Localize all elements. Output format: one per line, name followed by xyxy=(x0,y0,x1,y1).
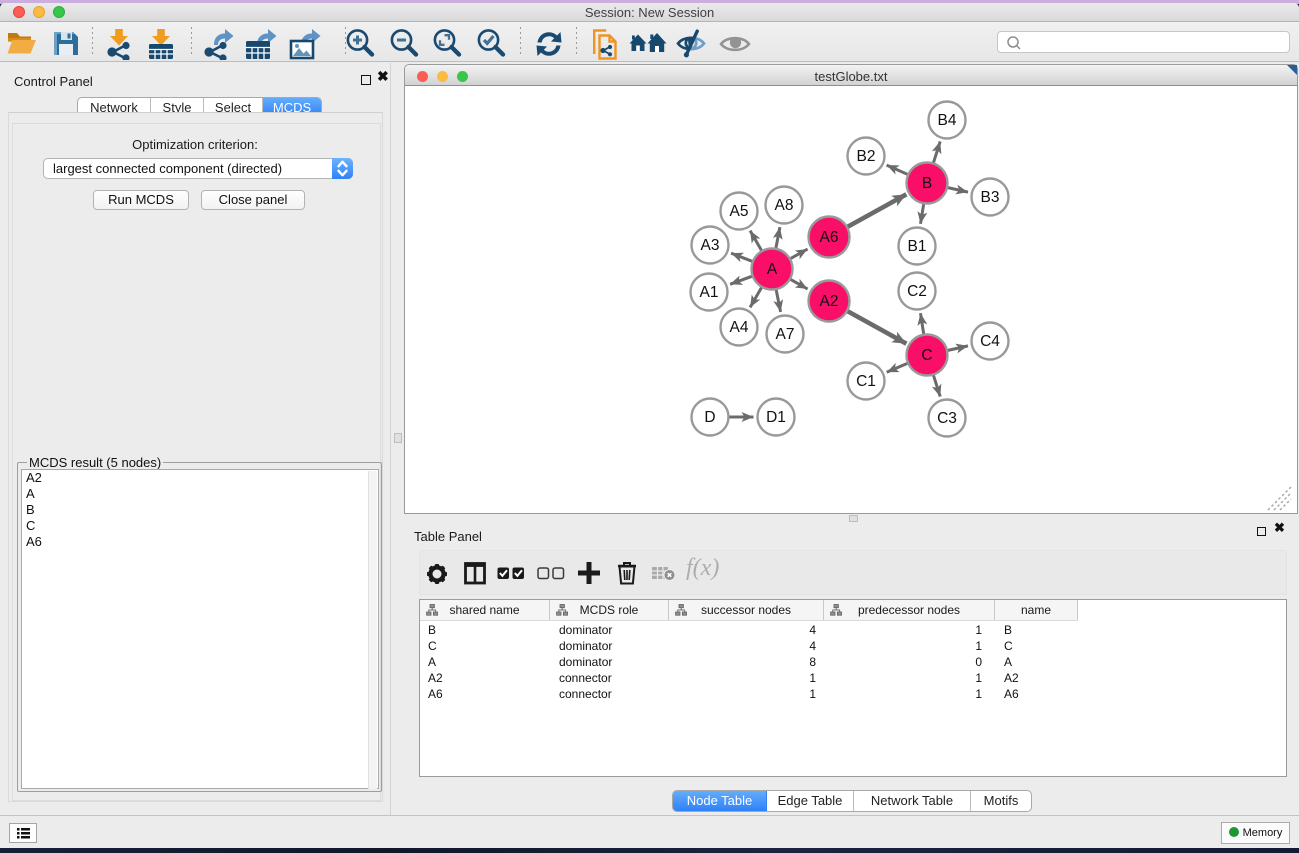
svg-text:D: D xyxy=(704,409,715,426)
svg-text:C2: C2 xyxy=(907,283,927,300)
svg-text:B1: B1 xyxy=(908,238,927,255)
svg-text:C4: C4 xyxy=(980,333,1000,350)
svg-text:B3: B3 xyxy=(981,189,1000,206)
svg-text:A1: A1 xyxy=(700,284,719,301)
svg-text:B2: B2 xyxy=(857,148,876,165)
svg-text:A5: A5 xyxy=(730,203,749,220)
svg-text:C3: C3 xyxy=(937,410,957,427)
svg-text:A: A xyxy=(767,261,778,278)
svg-text:C: C xyxy=(921,347,932,364)
svg-text:B4: B4 xyxy=(938,112,957,129)
svg-text:A3: A3 xyxy=(701,237,720,254)
svg-text:A6: A6 xyxy=(820,229,839,246)
svg-text:A7: A7 xyxy=(776,326,795,343)
svg-text:C1: C1 xyxy=(856,373,876,390)
svg-text:A4: A4 xyxy=(730,319,749,336)
svg-text:A2: A2 xyxy=(820,293,839,310)
svg-text:B: B xyxy=(922,175,932,192)
svg-text:A8: A8 xyxy=(775,197,794,214)
svg-text:D1: D1 xyxy=(766,409,786,426)
